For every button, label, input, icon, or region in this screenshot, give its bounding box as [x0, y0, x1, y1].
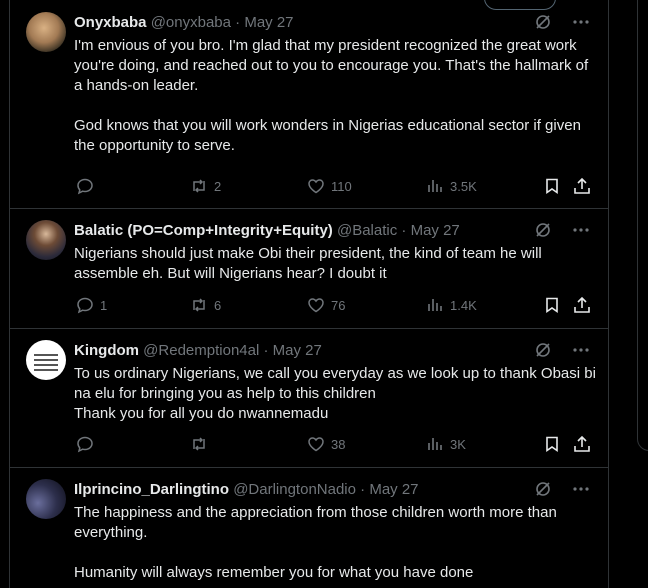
- more-icon[interactable]: [572, 341, 590, 363]
- bookmark-icon: [546, 297, 558, 314]
- bookmark-button[interactable]: [543, 435, 561, 453]
- repost-count: 6: [214, 297, 222, 313]
- heart-icon: [308, 437, 324, 452]
- post-header: Balatic (PO=Comp+Integrity+Equity) @Bala…: [74, 222, 598, 242]
- reply-icon: [77, 436, 93, 453]
- views-button[interactable]: 3K: [426, 435, 466, 453]
- author-handle[interactable]: @onyxbaba: [151, 14, 231, 31]
- reply-column: Onyxbaba @onyxbaba · May 27 I'm envious …: [9, 0, 609, 588]
- more-icon[interactable]: [572, 221, 590, 243]
- post-text: The happiness and the appreciation from …: [74, 503, 600, 583]
- post-paragraph: The happiness and the appreciation from …: [74, 504, 557, 541]
- post-paragraph: Nigerians should just make Obi their pre…: [74, 245, 542, 282]
- author-handle[interactable]: @DarlingtonNadio: [233, 481, 356, 498]
- like-count: 110: [331, 178, 352, 194]
- author-name[interactable]: Ilprincino_Darlingtino: [74, 481, 229, 498]
- separator-dot: ·: [360, 481, 366, 498]
- post-paragraph: God knows that you will work wonders in …: [74, 117, 581, 154]
- reply-post-balatic[interactable]: Balatic (PO=Comp+Integrity+Equity) @Bala…: [10, 208, 608, 329]
- repost-icon: [193, 298, 205, 312]
- post-text: To us ordinary Nigerians, we call you ev…: [74, 364, 600, 424]
- action-bar: 38 3K: [74, 434, 604, 456]
- post-text: I'm envious of you bro. I'm glad that my…: [74, 36, 600, 156]
- post-paragraph: Humanity will always remember you for wh…: [74, 564, 474, 581]
- bookmark-icon: [546, 436, 558, 453]
- author-handle[interactable]: @Redemption4al: [143, 342, 259, 359]
- reply-post-onyxbaba[interactable]: Onyxbaba @onyxbaba · May 27 I'm envious …: [10, 0, 608, 209]
- post-paragraph: To us ordinary Nigerians, we call you ev…: [74, 365, 596, 422]
- share-icon: [574, 177, 590, 194]
- views-icon: [428, 180, 442, 192]
- more-icon[interactable]: [572, 13, 590, 35]
- post-header: Kingdom @Redemption4al · May 27: [74, 342, 598, 362]
- avatar[interactable]: [26, 220, 66, 260]
- right-panel-edge: [637, 0, 648, 451]
- separator-dot: ·: [235, 14, 241, 31]
- reply-button[interactable]: 1: [76, 296, 107, 314]
- avatar[interactable]: [26, 12, 66, 52]
- repost-count: 2: [214, 178, 222, 194]
- views-count: 3K: [450, 436, 466, 452]
- views-button[interactable]: 1.4K: [426, 296, 477, 314]
- author-handle[interactable]: @Balatic: [337, 222, 397, 239]
- repost-button[interactable]: 6: [190, 296, 221, 314]
- avatar[interactable]: [26, 479, 66, 519]
- like-count: 38: [331, 436, 346, 452]
- post-time[interactable]: May 27: [244, 14, 293, 31]
- views-icon: [428, 299, 442, 311]
- avatar[interactable]: [26, 340, 66, 380]
- share-icon: [574, 435, 590, 452]
- author-name[interactable]: Onyxbaba: [74, 14, 147, 31]
- post-header: Onyxbaba @onyxbaba · May 27: [74, 14, 598, 34]
- like-button[interactable]: 38: [307, 435, 345, 453]
- share-button[interactable]: [573, 435, 591, 453]
- views-count: 3.5K: [450, 178, 477, 194]
- post-time[interactable]: May 27: [369, 481, 418, 498]
- author-name[interactable]: Kingdom: [74, 342, 139, 359]
- author-name[interactable]: Balatic (PO=Comp+Integrity+Equity): [74, 222, 333, 239]
- bookmark-icon: [546, 178, 558, 195]
- like-count: 76: [331, 297, 346, 313]
- bookmark-button[interactable]: [543, 296, 561, 314]
- reply-icon: [77, 178, 93, 195]
- share-button[interactable]: [573, 296, 591, 314]
- bookmark-button[interactable]: [543, 177, 561, 195]
- reply-post-kingdom[interactable]: Kingdom @Redemption4al · May 27 To us or…: [10, 328, 608, 468]
- reply-button[interactable]: [76, 435, 100, 453]
- reply-count: 1: [100, 297, 108, 313]
- views-icon: [428, 438, 442, 450]
- post-time[interactable]: May 27: [273, 342, 322, 359]
- grok-icon[interactable]: [534, 480, 552, 502]
- heart-icon: [308, 179, 324, 194]
- like-button[interactable]: 76: [307, 296, 345, 314]
- repost-button[interactable]: [190, 435, 214, 453]
- repost-button[interactable]: 2: [190, 177, 221, 195]
- repost-icon: [193, 179, 205, 193]
- heart-icon: [308, 298, 324, 313]
- post-time[interactable]: May 27: [411, 222, 460, 239]
- grok-icon[interactable]: [534, 341, 552, 363]
- reply-post-ilprincino[interactable]: Ilprincino_Darlingtino @DarlingtonNadio …: [10, 467, 608, 588]
- post-paragraph: I'm envious of you bro. I'm glad that my…: [74, 37, 589, 94]
- reply-icon: [77, 297, 93, 314]
- views-button[interactable]: 3.5K: [426, 177, 477, 195]
- like-button[interactable]: 110: [307, 177, 352, 195]
- separator-dot: ·: [401, 222, 407, 239]
- share-button[interactable]: [573, 177, 591, 195]
- views-count: 1.4K: [450, 297, 477, 313]
- action-bar: 1 6 76 1.4K: [74, 295, 604, 317]
- post-header: Ilprincino_Darlingtino @DarlingtonNadio …: [74, 481, 598, 501]
- action-bar: 2 110 3.5K: [74, 176, 604, 198]
- reply-button[interactable]: [76, 177, 100, 195]
- repost-icon: [193, 437, 205, 451]
- separator-dot: ·: [263, 342, 269, 359]
- grok-icon[interactable]: [534, 221, 552, 243]
- grok-icon[interactable]: [534, 13, 552, 35]
- post-text: Nigerians should just make Obi their pre…: [74, 244, 600, 284]
- share-icon: [574, 296, 590, 313]
- more-icon[interactable]: [572, 480, 590, 502]
